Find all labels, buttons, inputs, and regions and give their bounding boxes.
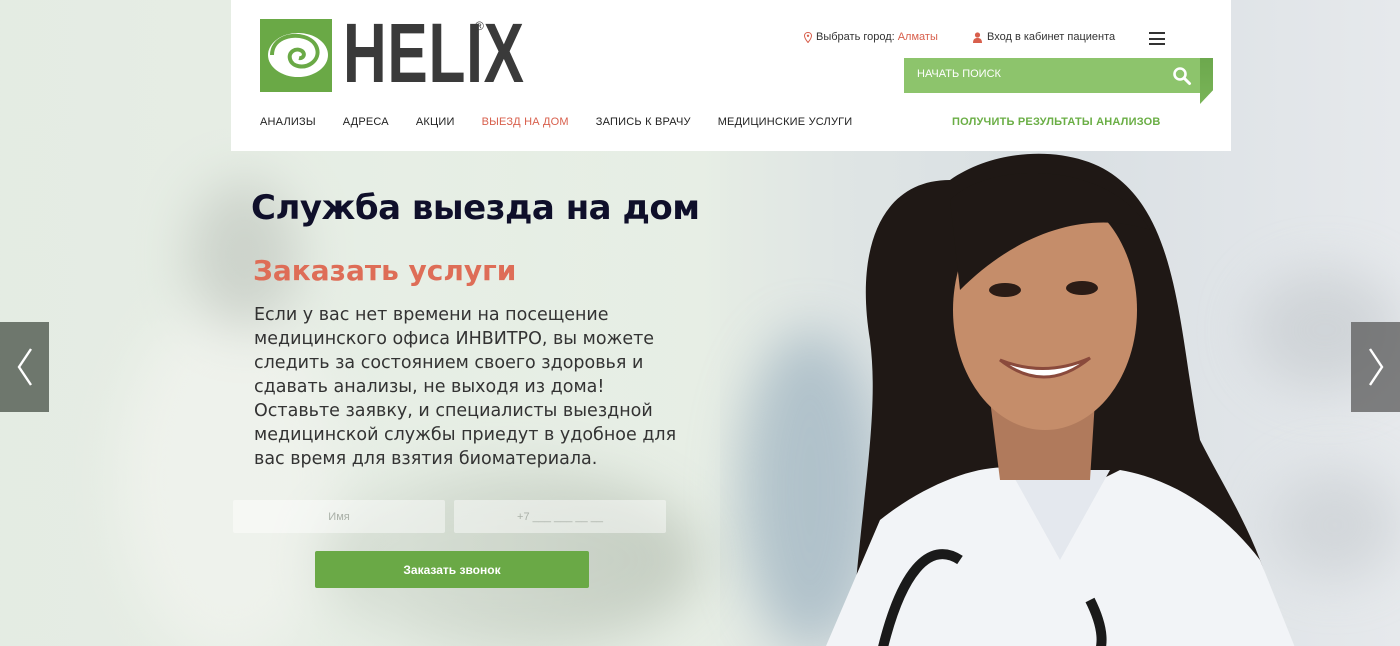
nav-item-doctor-appointment[interactable]: ЗАПИСЬ К ВРАЧУ xyxy=(596,116,691,128)
city-selector[interactable]: Выбрать город: Алматы xyxy=(804,31,938,43)
registered-mark: ® xyxy=(475,19,484,33)
slider-next-button[interactable] xyxy=(1351,322,1400,412)
nav-item-addresses[interactable]: АДРЕСА xyxy=(343,116,389,128)
nav-item-promotions[interactable]: АКЦИИ xyxy=(416,116,455,128)
get-results-link[interactable]: ПОЛУЧИТЬ РЕЗУЛЬТАТЫ АНАЛИЗОВ xyxy=(952,116,1161,128)
nav-item-medical-services[interactable]: МЕДИЦИНСКИЕ УСЛУГИ xyxy=(718,116,853,128)
search-input[interactable] xyxy=(917,68,1157,80)
hamburger-menu-icon[interactable] xyxy=(1149,32,1165,45)
map-pin-icon xyxy=(804,31,812,43)
doctor-image xyxy=(826,153,1295,646)
order-services-heading: Заказать услуги xyxy=(253,254,517,287)
helix-logo[interactable]: HELIX ® xyxy=(260,11,524,95)
order-call-button[interactable]: Заказать звонок xyxy=(315,551,589,588)
site-header: HELIX ® Выбрать город: Алматы Вход в каб… xyxy=(231,0,1231,151)
logo-wordmark: HELIX xyxy=(343,6,525,100)
nav-item-home-visit[interactable]: ВЫЕЗД НА ДОМ xyxy=(482,116,569,128)
nav-item-analyses[interactable]: АНАЛИЗЫ xyxy=(260,116,316,128)
chevron-right-icon xyxy=(1368,348,1383,386)
service-description: Если у вас нет времени на посещение меди… xyxy=(254,305,677,469)
search-icon[interactable] xyxy=(1172,66,1192,86)
city-label: Выбрать город: xyxy=(816,31,895,43)
city-value[interactable]: Алматы xyxy=(898,31,938,43)
search-fold-decoration xyxy=(1200,58,1213,104)
chevron-left-icon xyxy=(17,348,32,386)
page-title: Служба выезда на дом xyxy=(251,188,700,228)
search-box xyxy=(904,58,1200,93)
main-nav: АНАЛИЗЫ АДРЕСА АКЦИИ ВЫЕЗД НА ДОМ ЗАПИСЬ… xyxy=(260,116,879,128)
search-bar xyxy=(904,58,1213,104)
slider-prev-button[interactable] xyxy=(0,322,49,412)
name-field[interactable] xyxy=(233,500,445,533)
user-icon xyxy=(973,31,982,43)
cabinet-label: Вход в кабинет пациента xyxy=(987,31,1116,43)
helix-logo-icon xyxy=(260,19,332,92)
patient-cabinet-link[interactable]: Вход в кабинет пациента xyxy=(973,31,1115,43)
phone-field[interactable] xyxy=(454,500,666,533)
